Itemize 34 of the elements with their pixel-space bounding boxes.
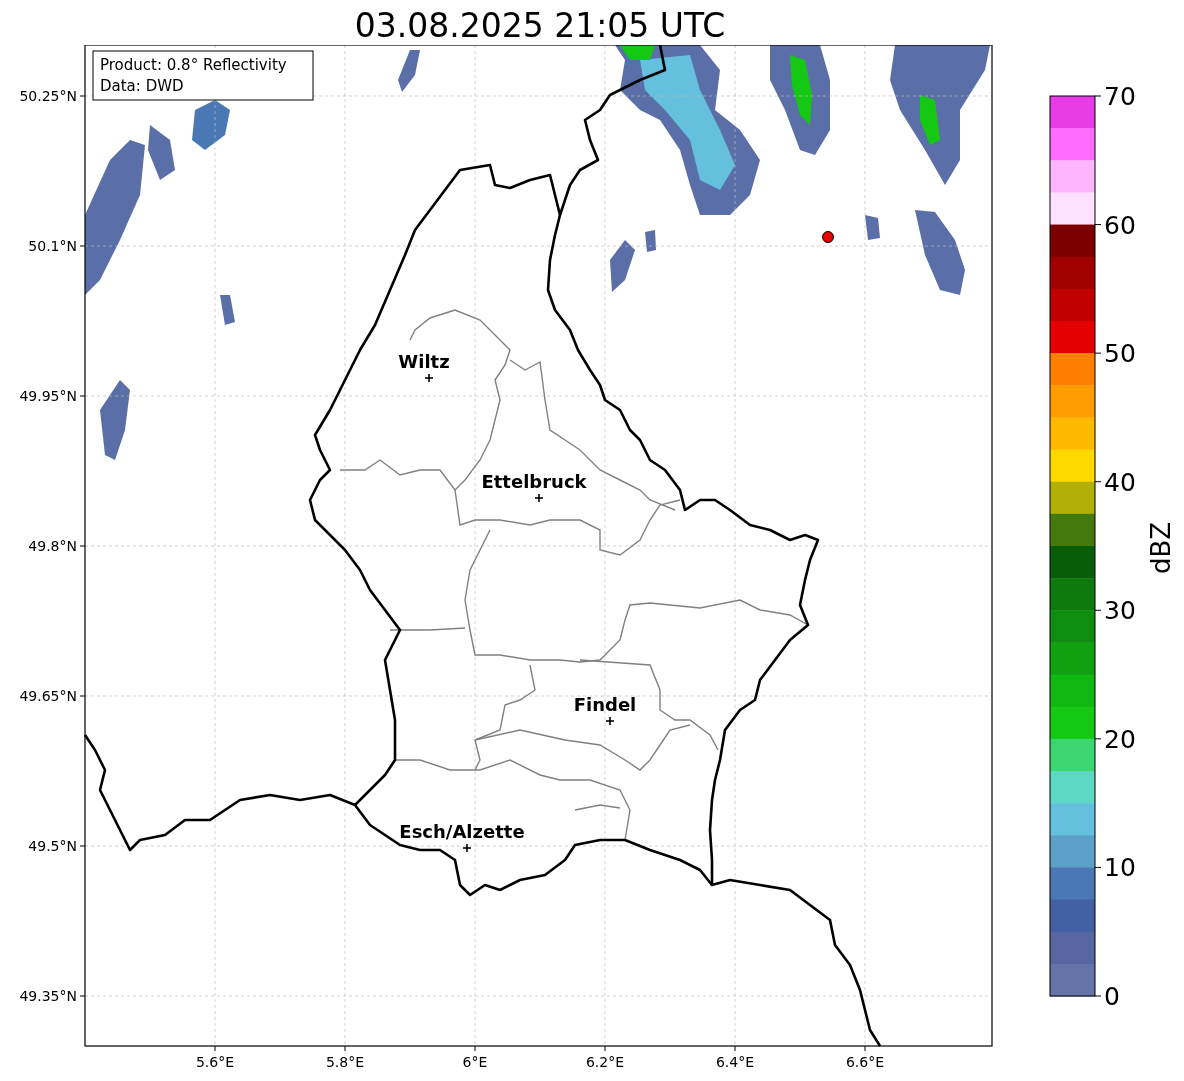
city-label: Findel [573,694,637,715]
longitude-label: 6.4°E [715,1054,755,1070]
colorbar-tick-label: 60 [1104,210,1136,240]
longitude-label: 6.2°E [585,1054,625,1070]
colorbar-tick-label: 30 [1104,596,1136,626]
info-text: Data: DWD [100,77,184,95]
latitude-label: 49.95°N [19,388,77,404]
longitude-label: 5.8°E [325,1054,365,1070]
colorbar-tick-label: 20 [1104,724,1136,754]
city-marker-icon [605,716,615,726]
latitude-label: 49.35°N [19,988,77,1004]
longitude-label: 6.6°E [845,1054,885,1070]
longitude-label: 6°E [462,1054,488,1070]
colorbar-tick-label: 50 [1104,339,1136,369]
city-label: Wiltz [398,351,450,372]
latitude-label: 49.65°N [19,688,77,704]
location-marker [822,231,834,243]
latitude-label: 50.1°N [28,238,77,254]
city-marker-icon [424,373,434,383]
colorbar-tick-label: 10 [1104,853,1136,883]
colorbar-label: dBZ [1146,521,1176,575]
latitude-label: 49.8°N [28,538,77,554]
longitude-label: 5.6°E [195,1054,235,1070]
city-marker-icon [462,843,472,853]
colorbar-tick-label: 40 [1104,467,1136,497]
chart-title: 03.08.2025 21:05 UTC [353,5,727,45]
latitude-label: 49.5°N [28,838,77,854]
city-marker-icon [534,493,544,503]
latitude-label: 50.25°N [19,88,77,104]
city-label: Esch/Alzette [399,821,525,842]
colorbar-tick-label: 70 [1104,82,1136,111]
info-text: Product: 0.8° Reflectivity [100,56,287,74]
city-label: Ettelbruck [481,471,587,492]
colorbar-tick-label: 0 [1104,982,1120,1011]
